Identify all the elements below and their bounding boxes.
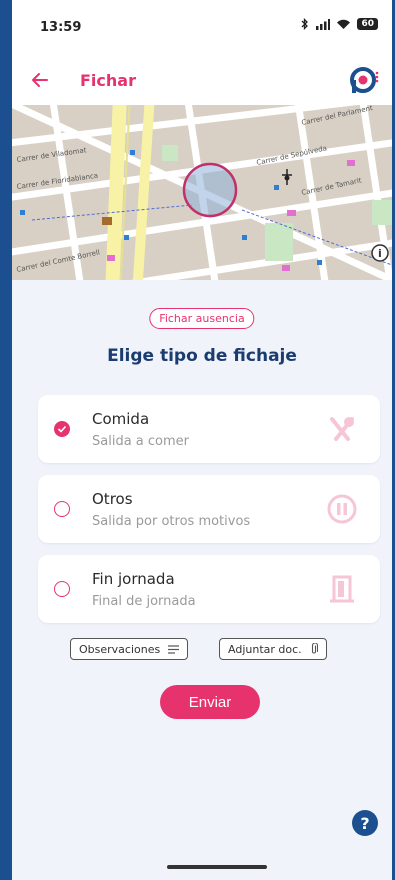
app-bar: Fichar bbox=[12, 60, 392, 100]
status-time: 13:59 bbox=[40, 20, 82, 35]
attach-label: Adjuntar doc. bbox=[228, 642, 302, 656]
svg-text:i: i bbox=[378, 247, 382, 260]
battery-icon: 60 bbox=[357, 18, 378, 30]
status-icons: 60 bbox=[300, 18, 378, 30]
location-radius bbox=[182, 162, 238, 218]
option-title: Otros bbox=[92, 490, 133, 508]
status-bar: 13:59 60 bbox=[12, 0, 392, 52]
content-area: Fichar ausencia Elige tipo de fichaje Co… bbox=[12, 280, 392, 880]
help-button[interactable]: ? bbox=[352, 810, 378, 836]
option-subtitle: Salida por otros motivos bbox=[92, 514, 251, 529]
paperclip-icon bbox=[311, 643, 318, 654]
door-icon bbox=[330, 575, 354, 603]
check-icon bbox=[57, 425, 67, 433]
utensils-icon bbox=[330, 417, 354, 441]
radio-comida[interactable] bbox=[54, 421, 70, 437]
back-arrow-icon[interactable] bbox=[28, 68, 52, 92]
radio-otros[interactable] bbox=[54, 501, 70, 517]
option-card-fin-jornada[interactable]: Fin jornada Final de jornada bbox=[38, 555, 380, 623]
location-map[interactable]: i Carrer de Sepúlveda Carrer de Tamarit … bbox=[12, 105, 392, 280]
option-subtitle: Final de jornada bbox=[92, 594, 196, 609]
lines-icon bbox=[168, 644, 180, 654]
bluetooth-icon bbox=[302, 18, 309, 30]
option-card-otros[interactable]: Otros Salida por otros motivos bbox=[38, 475, 380, 543]
map-canvas: i Carrer de Sepúlveda Carrer de Tamarit … bbox=[12, 105, 392, 280]
pause-icon bbox=[327, 494, 357, 524]
attach-document-button[interactable]: Adjuntar doc. bbox=[219, 638, 327, 660]
signal-icon bbox=[316, 18, 331, 30]
radio-fin-jornada[interactable] bbox=[54, 581, 70, 597]
home-indicator bbox=[167, 865, 267, 869]
option-title: Comida bbox=[92, 410, 150, 428]
option-subtitle: Salida a comer bbox=[92, 434, 189, 449]
observations-label: Observaciones bbox=[79, 642, 161, 656]
option-card-comida[interactable]: Comida Salida a comer bbox=[38, 395, 380, 463]
section-heading: Elige tipo de fichaje bbox=[107, 346, 297, 366]
observations-button[interactable]: Observaciones bbox=[70, 638, 189, 660]
app-logo-icon bbox=[350, 67, 379, 93]
wifi-icon bbox=[337, 19, 351, 29]
send-button[interactable]: Enviar bbox=[160, 685, 260, 719]
fichar-ausencia-button[interactable]: Fichar ausencia bbox=[149, 308, 255, 329]
page-title: Fichar bbox=[80, 71, 136, 90]
phone-screen: 13:59 60 Fichar i Carrer de Sepúlveda Ca… bbox=[12, 0, 392, 880]
option-title: Fin jornada bbox=[92, 570, 175, 588]
